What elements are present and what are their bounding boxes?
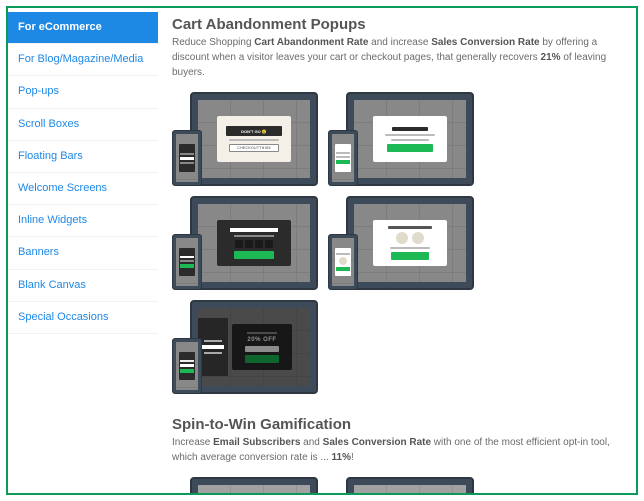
sidebar-item-floating-bars[interactable]: Floating Bars xyxy=(8,141,158,173)
section-title-spin: Spin-to-Win Gamification xyxy=(172,416,622,433)
tablet-frame: DON'T GO 😢 CHECKOUTTHIS5 xyxy=(190,92,318,186)
popup-preview xyxy=(373,116,447,162)
sidebar-item-popups[interactable]: Pop-ups xyxy=(8,76,158,108)
template-card[interactable] xyxy=(328,92,474,186)
sidebar-item-label: Floating Bars xyxy=(18,150,83,162)
popup-coupon: CHECKOUTTHIS5 xyxy=(237,146,270,150)
sidebar-item-label: Blank Canvas xyxy=(18,279,86,291)
sidebar-item-label: Scroll Boxes xyxy=(18,118,79,130)
template-card[interactable]: Spin to Win! xyxy=(172,477,318,493)
sidebar-item-blog-magazine-media[interactable]: For Blog/Magazine/Media xyxy=(8,44,158,76)
template-card[interactable]: DON'T GO 😢 CHECKOUTTHIS5 xyxy=(172,92,318,186)
popup-preview: DON'T GO 😢 CHECKOUTTHIS5 xyxy=(217,116,291,162)
phone-frame xyxy=(328,130,358,186)
tablet-frame xyxy=(346,92,474,186)
sidebar-item-label: Special Occasions xyxy=(18,311,109,323)
sidebar-item-special-occasions[interactable]: Special Occasions xyxy=(8,302,158,334)
phone-frame xyxy=(172,130,202,186)
sidebar-item-scroll-boxes[interactable]: Scroll Boxes xyxy=(8,109,158,141)
tablet-frame: Spin to Win! xyxy=(346,477,474,493)
sidebar-item-welcome-screens[interactable]: Welcome Screens xyxy=(8,173,158,205)
section-desc-cart: Reduce Shopping Cart Abandonment Rate an… xyxy=(172,35,622,80)
sidebar-item-label: Welcome Screens xyxy=(18,182,107,194)
sidebar-item-inline-widgets[interactable]: Inline Widgets xyxy=(8,205,158,237)
sidebar-item-blank-canvas[interactable]: Blank Canvas xyxy=(8,270,158,302)
popup-side-panel xyxy=(198,318,228,376)
page-frame: For eCommerce For Blog/Magazine/Media Po… xyxy=(6,6,638,495)
phone-frame xyxy=(172,338,202,394)
sidebar-item-label: For eCommerce xyxy=(18,21,102,33)
phone-frame xyxy=(328,234,358,290)
template-card[interactable] xyxy=(172,196,318,290)
phone-frame xyxy=(172,234,202,290)
popup-headline: DON'T GO 😢 xyxy=(241,129,267,134)
popup-preview xyxy=(373,220,447,266)
popup-offer: 20% OFF xyxy=(247,337,276,343)
category-sidebar: For eCommerce For Blog/Magazine/Media Po… xyxy=(8,8,158,493)
popup-preview: 20% OFF xyxy=(232,324,292,370)
tablet-frame xyxy=(346,196,474,290)
sidebar-item-label: For Blog/Magazine/Media xyxy=(18,53,143,65)
template-card[interactable] xyxy=(328,196,474,290)
section-title-cart: Cart Abandonment Popups xyxy=(172,16,622,33)
section-desc-spin: Increase Email Subscribers and Sales Con… xyxy=(172,435,622,465)
template-card[interactable]: 20% OFF xyxy=(172,300,318,394)
tablet-frame: Spin to Win! xyxy=(190,477,318,493)
popup-preview xyxy=(217,220,291,266)
template-gallery: Cart Abandonment Popups Reduce Shopping … xyxy=(158,8,636,493)
tablet-frame xyxy=(190,196,318,290)
cart-templates-row: DON'T GO 😢 CHECKOUTTHIS5 xyxy=(172,92,622,394)
sidebar-item-label: Banners xyxy=(18,246,59,258)
template-card[interactable]: Spin to Win! xyxy=(328,477,474,493)
sidebar-item-label: Inline Widgets xyxy=(18,214,87,226)
sidebar-item-banners[interactable]: Banners xyxy=(8,237,158,269)
tablet-frame: 20% OFF xyxy=(190,300,318,394)
sidebar-item-ecommerce[interactable]: For eCommerce xyxy=(8,12,158,44)
spin-templates-row: Spin to Win! Spin to Win! xyxy=(172,477,622,493)
sidebar-item-label: Pop-ups xyxy=(18,85,59,97)
